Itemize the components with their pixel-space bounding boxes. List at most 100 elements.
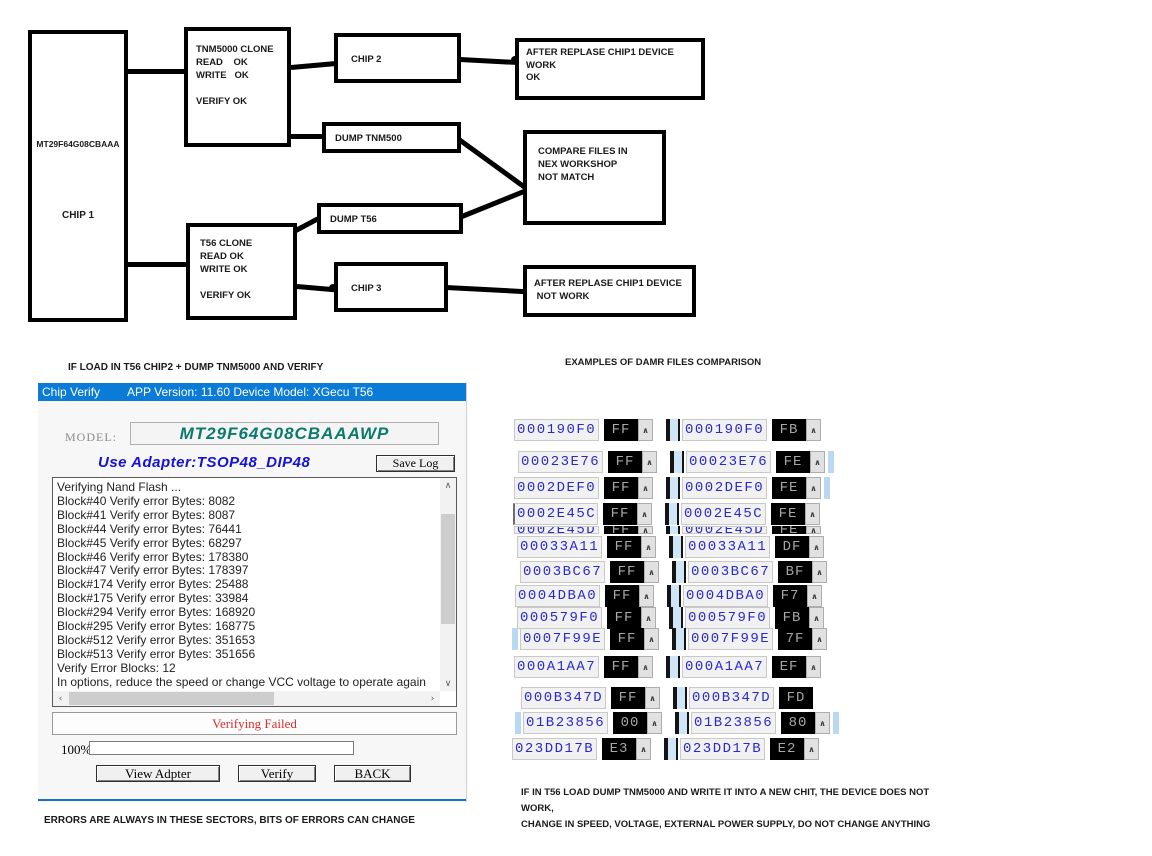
vertical-scrollbar[interactable]: ∧ ∨ xyxy=(440,478,456,691)
hex-address-left: 0002E45D xyxy=(514,526,599,534)
scroll-up-icon[interactable]: ∧ xyxy=(806,419,821,441)
connector-line xyxy=(291,61,335,70)
progress-bar xyxy=(89,741,354,755)
scrollbar-thumb[interactable] xyxy=(69,692,274,705)
view-adapter-button[interactable]: View Adpter xyxy=(96,765,220,782)
verify-button[interactable]: Verify xyxy=(238,765,316,782)
connector-line xyxy=(446,285,524,294)
hex-address-left: 000190F0 xyxy=(514,419,599,441)
caption-load-verify: IF LOAD IN T56 CHIP2 + DUMP TNM5000 AND … xyxy=(68,362,323,373)
scroll-up-icon[interactable]: ∧ xyxy=(638,419,653,441)
model-value-field[interactable]: MT29F64G08CBAAAWP xyxy=(130,422,439,445)
connector-dot xyxy=(329,284,337,292)
scroll-up-icon[interactable]: ∧ xyxy=(806,656,821,678)
hex-compare-row: 000B347D FF ∧ 000B347D FD ∧ xyxy=(521,687,828,709)
hex-value-left: FF xyxy=(610,561,644,583)
scroll-up-icon[interactable]: ∧ xyxy=(644,561,659,583)
caption-errors: ERRORS ARE ALWAYS IN THESE SECTORS, BITS… xyxy=(44,815,415,826)
column-divider xyxy=(672,628,686,650)
hex-address-right: 0003BC67 xyxy=(688,561,773,583)
hex-address-right: 01B23856 xyxy=(691,712,776,734)
scroll-up-icon[interactable]: ∧ xyxy=(809,607,824,629)
hex-address-right: 0002DEF0 xyxy=(682,477,767,499)
hex-value-right: BF xyxy=(778,561,812,583)
scroll-up-icon[interactable]: ∧ xyxy=(638,656,653,678)
scroll-up-icon[interactable]: ∧ xyxy=(812,561,827,583)
column-divider xyxy=(669,607,683,629)
hex-address-right: 0002E45D xyxy=(682,526,767,534)
hex-value-right: 80 xyxy=(781,712,815,734)
scroll-up-icon[interactable]: ∧ xyxy=(806,477,821,499)
scroll-down-icon[interactable]: ∨ xyxy=(440,676,456,691)
connector-line xyxy=(126,262,187,267)
scroll-up-icon[interactable]: ∧ xyxy=(807,585,822,607)
hex-value-left: FF xyxy=(610,628,644,650)
column-divider xyxy=(666,526,680,534)
chip1-model-text: MT29F64G08CBAAA xyxy=(32,138,124,151)
hex-compare-row: 0002DEF0 FF ∧ 0002DEF0 FE ∧ xyxy=(514,477,830,499)
hex-address-left: 00023E76 xyxy=(518,451,603,473)
dialog-title-bar: Chip Verify APP Version: 11.60 Device Mo… xyxy=(38,383,466,401)
scroll-up-icon[interactable]: ∧ xyxy=(806,526,821,534)
scroll-up-icon[interactable]: ∧ xyxy=(639,585,654,607)
hex-address-left: 0003BC67 xyxy=(520,561,605,583)
hex-value-right: FE xyxy=(776,451,810,473)
scroll-up-icon[interactable]: ∧ xyxy=(645,687,660,709)
hex-address-left: 00033A11 xyxy=(517,536,602,558)
save-log-button[interactable]: Save Log xyxy=(376,455,455,472)
hex-address-right: 000190F0 xyxy=(682,419,767,441)
hex-address-left: 000579F0 xyxy=(517,607,602,629)
scroll-up-icon[interactable]: ∧ xyxy=(642,451,657,473)
scrollbar-thumb[interactable] xyxy=(441,514,455,624)
hex-address-left: 0004DBA0 xyxy=(515,585,600,607)
hex-address-left: 0007F99E xyxy=(520,628,605,650)
flow-box-after-replace-work: AFTER REPLASE CHIP1 DEVICE WORK OK xyxy=(515,38,705,100)
scroll-up-icon[interactable]: ∧ xyxy=(638,526,653,534)
hex-compare-row: 000579F0 FF ∧ 000579F0 FB ∧ xyxy=(517,607,824,629)
hex-value-right: E2 xyxy=(770,738,804,760)
horizontal-scrollbar[interactable]: ‹ › xyxy=(53,691,440,706)
hex-value-right: DF xyxy=(775,536,809,558)
hex-value-left: FF xyxy=(604,526,638,534)
hex-address-right: 0002E45C xyxy=(681,503,766,525)
progress-percent: 100% xyxy=(61,742,91,758)
scroll-up-icon[interactable]: ∧ xyxy=(440,478,456,493)
hex-value-right: 7F xyxy=(778,628,812,650)
hex-address-right: 023DD17B xyxy=(680,738,765,760)
scroll-up-icon[interactable]: ∧ xyxy=(812,628,827,650)
flow-box-t56-clone: T56 CLONE READ OK WRITE OK VERIFY OK xyxy=(186,223,297,320)
back-button[interactable]: BACK xyxy=(334,765,411,782)
hex-address-left: 023DD17B xyxy=(512,738,597,760)
scroll-up-icon[interactable]: ∧ xyxy=(637,503,652,525)
scroll-up-icon[interactable]: ∧ xyxy=(805,503,820,525)
hex-compare-row: 00033A11 FF ∧ 00033A11 DF ∧ xyxy=(517,536,824,558)
hex-value-right: FE xyxy=(771,503,805,525)
scroll-up-icon[interactable]: ∧ xyxy=(641,607,656,629)
connector-dot xyxy=(511,56,519,64)
flow-box-tnm5000-clone: TNM5000 CLONE READ OK WRITE OK VERIFY OK xyxy=(184,27,291,147)
verify-log-area[interactable]: Verifying Nand Flash ... Block#40 Verify… xyxy=(52,477,457,707)
scroll-up-icon[interactable]: ∧ xyxy=(815,712,830,734)
connector-line xyxy=(461,189,525,219)
hex-value-left: FF xyxy=(607,607,641,629)
chip1-label-text: CHIP 1 xyxy=(32,209,124,222)
scroll-up-icon[interactable]: ∧ xyxy=(641,536,656,558)
scroll-right-icon[interactable]: › xyxy=(425,691,440,706)
hex-address-left: 000B347D xyxy=(521,687,606,709)
flow-box-dump-tnm500: DUMP TNM500 xyxy=(322,122,461,153)
connector-line xyxy=(290,134,323,139)
hex-compare-row: 0002E45C FF ∧ 0002E45C FE ∧ xyxy=(513,503,820,525)
scroll-up-icon[interactable]: ∧ xyxy=(638,477,653,499)
column-divider xyxy=(666,419,680,441)
scroll-left-icon[interactable]: ‹ xyxy=(53,691,68,706)
flow-box-chip3: CHIP 3 xyxy=(334,262,448,312)
scroll-up-icon[interactable]: ∧ xyxy=(809,536,824,558)
hex-value-right: FB xyxy=(772,419,806,441)
column-divider xyxy=(669,536,683,558)
scroll-up-icon[interactable]: ∧ xyxy=(810,451,825,473)
hex-compare-row: 0002E45D FF ∧ 0002E45D FE ∧ xyxy=(514,526,821,534)
scroll-up-icon[interactable]: ∧ xyxy=(636,738,651,760)
scroll-up-icon[interactable]: ∧ xyxy=(804,738,819,760)
scroll-up-icon[interactable]: ∧ xyxy=(644,628,659,650)
scroll-up-icon[interactable]: ∧ xyxy=(647,712,662,734)
